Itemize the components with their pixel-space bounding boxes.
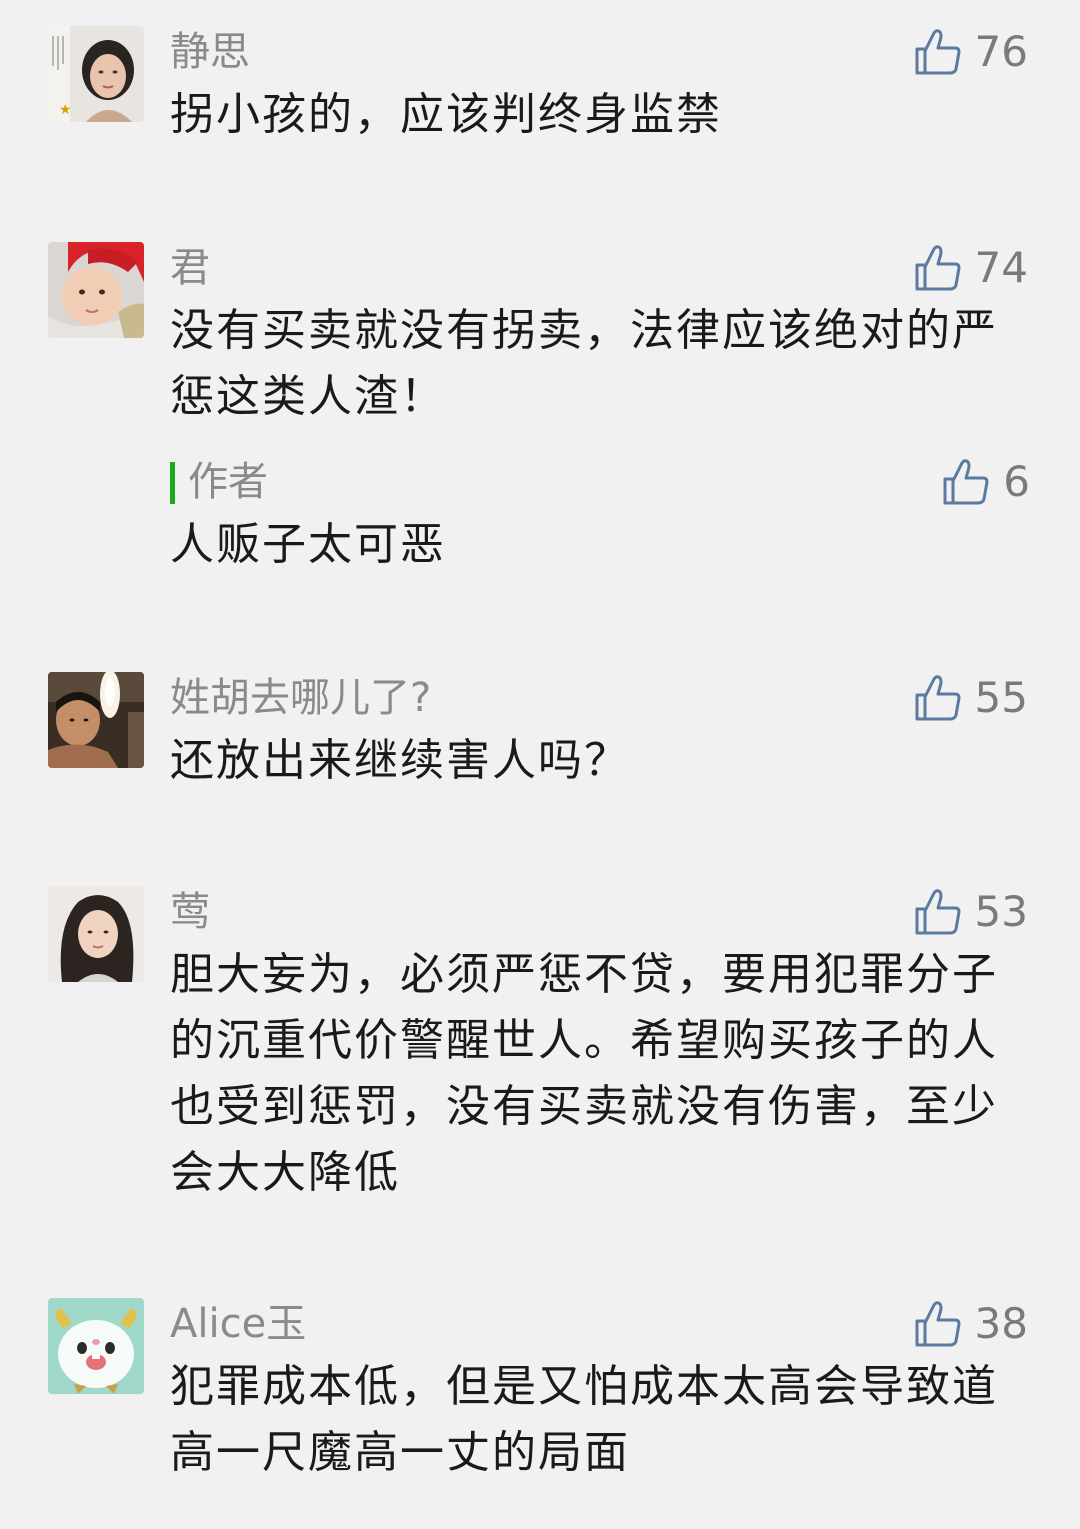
avatar-baby-photo-icon	[48, 242, 144, 338]
nickname: 莺	[170, 889, 210, 935]
nickname: 静思	[170, 29, 250, 75]
thumbs-up-icon	[915, 675, 961, 721]
thumbs-up-icon	[915, 245, 961, 291]
like-count: 38	[974, 1299, 1028, 1348]
comment-text: 拐小孩的，应该判终身监禁	[170, 89, 722, 140]
like-count: 6	[1003, 457, 1030, 506]
thumbs-up-icon	[915, 29, 961, 75]
like-count: 53	[974, 887, 1028, 936]
like-button[interactable]: 55	[913, 670, 1028, 726]
avatar[interactable]	[48, 672, 144, 768]
like-button[interactable]: 38	[913, 1296, 1028, 1352]
avatar[interactable]	[48, 242, 144, 338]
avatar-man-photo-icon	[48, 672, 144, 768]
svg-text:★: ★	[59, 102, 72, 118]
thumbs-up-icon	[915, 889, 961, 935]
like-count: 74	[974, 243, 1028, 292]
avatar-girl-photo-icon	[48, 886, 144, 982]
comment-text: 胆大妄为，必须严惩不贷，要用犯罪分子的沉重代价警醒世人。希望购买孩子的人也受到惩…	[170, 949, 998, 1198]
nickname: 君	[170, 245, 210, 291]
author-reply-bar	[170, 462, 175, 504]
avatar[interactable]: ★	[48, 26, 144, 122]
thumbs-up-icon	[915, 1301, 961, 1347]
comment-text: 没有买卖就没有拐卖，法律应该绝对的严惩这类人渣！	[170, 305, 998, 422]
like-count: 76	[974, 27, 1028, 76]
author-reply-text: 人贩子太可恶	[170, 519, 446, 570]
like-count: 55	[974, 673, 1028, 722]
like-button[interactable]: 74	[913, 240, 1028, 296]
like-button[interactable]: 76	[913, 24, 1028, 80]
like-button[interactable]: 53	[913, 884, 1028, 940]
avatar[interactable]	[48, 1298, 144, 1394]
avatar[interactable]	[48, 886, 144, 982]
nickname: Alice玉	[170, 1301, 307, 1347]
avatar-cartoon-poro-icon	[48, 1298, 144, 1394]
author-label: 作者	[188, 459, 268, 505]
avatar-woman-photo-icon: ★	[48, 26, 144, 122]
comment-list: ★ 静思 76 拐小孩的，应该判终身监禁 君 74 没有买卖就没有拐卖，法律应该…	[0, 0, 1080, 1529]
nickname: 姓胡去哪儿了?	[170, 675, 432, 721]
like-button[interactable]: 6	[941, 454, 1030, 510]
comment-text: 犯罪成本低，但是又怕成本太高会导致道高一尺魔高一丈的局面	[170, 1361, 998, 1478]
thumbs-up-icon	[943, 459, 989, 505]
comment-text: 还放出来继续害人吗？	[170, 735, 630, 786]
